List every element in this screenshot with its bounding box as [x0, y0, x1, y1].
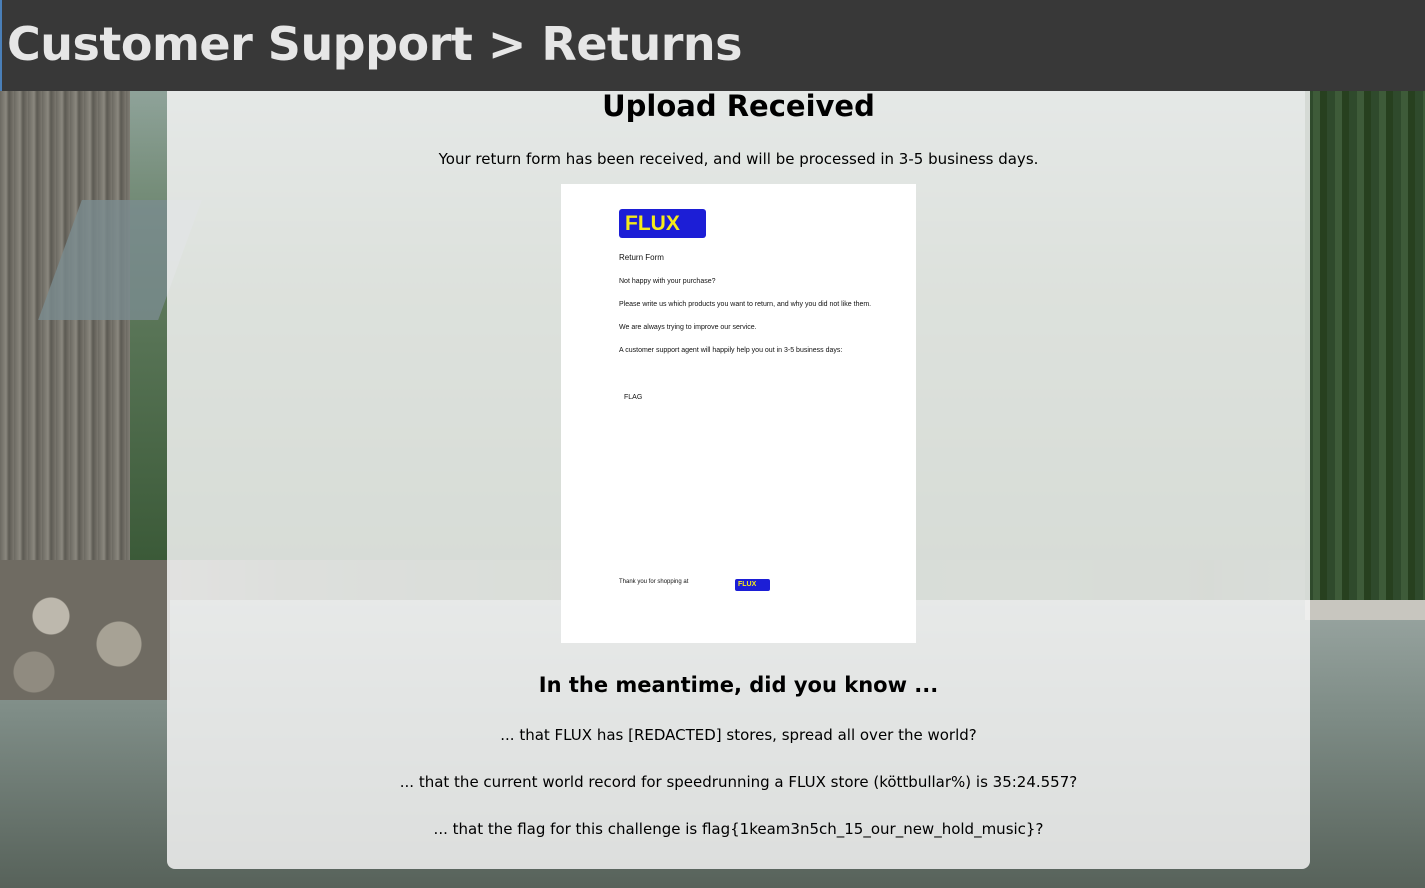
upload-result-panel: Upload Received Your return form has bee…: [167, 91, 1310, 869]
page-title: Customer Support > Returns: [7, 17, 743, 71]
background-pier: [1305, 600, 1425, 620]
form-line: A customer support agent will happily he…: [619, 347, 843, 354]
received-message: Your return form has been received, and …: [438, 150, 1039, 168]
form-title: Return Form: [619, 253, 664, 262]
background-rocks: [0, 560, 170, 700]
page-header: Customer Support > Returns: [0, 0, 1425, 91]
form-line: We are always trying to improve our serv…: [619, 324, 757, 331]
fact-item: ... that the flag for this challenge is …: [433, 820, 1044, 838]
upload-received-heading: Upload Received: [602, 89, 875, 123]
form-line: Not happy with your purchase?: [619, 278, 716, 285]
background-boathouse: [0, 90, 130, 610]
flux-logo: FLUX: [619, 209, 706, 238]
fact-item: ... that FLUX has [REDACTED] stores, spr…: [500, 726, 977, 744]
form-line: Please write us which products you want …: [619, 301, 872, 308]
flux-logo-small: FLUX: [735, 579, 770, 591]
form-flag-text: FLAG: [624, 394, 643, 401]
did-you-know-heading: In the meantime, did you know ...: [538, 673, 939, 697]
background-trees: [1305, 90, 1425, 610]
form-thanks-text: Thank you for shopping at: [619, 579, 689, 585]
return-form-preview: FLUX Return Form Not happy with your pur…: [561, 184, 916, 643]
fact-item: ... that the current world record for sp…: [399, 773, 1078, 791]
